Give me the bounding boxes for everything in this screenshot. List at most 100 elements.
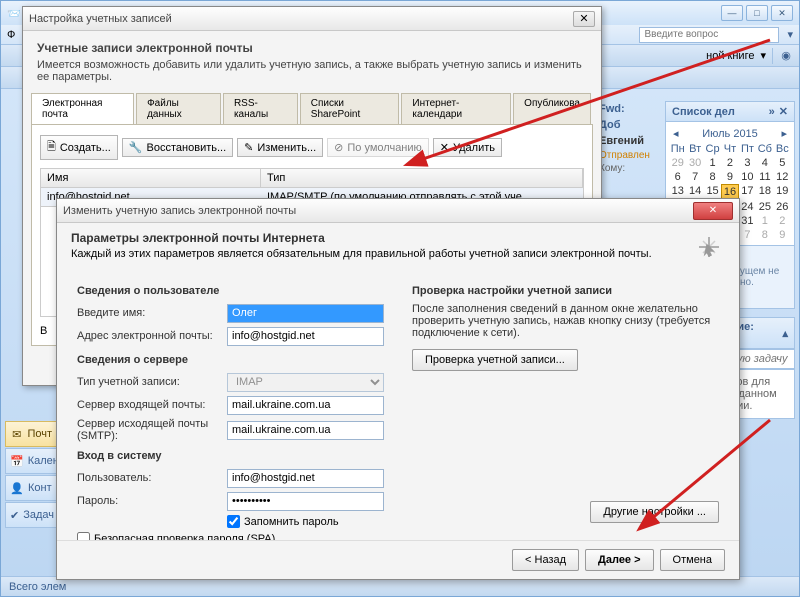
dlg2-description: Параметры электронной почты Интернета Ка… xyxy=(57,223,739,271)
toolbar-dropdown-icon[interactable]: ▾ xyxy=(760,49,766,62)
restore-button[interactable]: 🔧Восстановить... xyxy=(122,138,233,157)
contacts-icon: 👤 xyxy=(10,481,24,495)
cal-day[interactable]: 10 xyxy=(739,170,756,184)
cal-day[interactable]: 19 xyxy=(774,184,791,200)
todo-close-icon[interactable]: ✕ xyxy=(779,105,788,118)
input-email[interactable] xyxy=(227,327,384,346)
input-user[interactable] xyxy=(227,469,384,488)
input-name[interactable] xyxy=(227,304,384,323)
cal-day[interactable]: 9 xyxy=(774,228,791,242)
dlg2-form: Сведения о пользователе Введите имя: Адр… xyxy=(57,271,739,555)
help-search[interactable] xyxy=(639,27,779,43)
cal-day[interactable]: 26 xyxy=(774,200,791,214)
cal-day[interactable]: 30 xyxy=(686,156,703,170)
dlg1-description: Учетные записи электронной почты Имеется… xyxy=(23,31,601,93)
col-type[interactable]: Тип xyxy=(261,169,583,187)
chk-remember[interactable] xyxy=(227,515,240,528)
nav-contacts[interactable]: 👤Конт xyxy=(5,475,57,501)
cal-day[interactable]: 6 xyxy=(669,170,686,184)
default-button[interactable]: ⊘По умолчанию xyxy=(327,138,429,157)
cal-day[interactable]: 11 xyxy=(756,170,773,184)
account-list-header: Имя Тип xyxy=(40,168,584,188)
cal-day[interactable]: 8 xyxy=(756,228,773,242)
test-desc: После заполнения сведений в данном окне … xyxy=(412,303,719,339)
menu-file[interactable]: Ф xyxy=(7,29,15,41)
back-button[interactable]: < Назад xyxy=(512,549,579,571)
new-icon: 🗎 xyxy=(47,138,56,157)
input-pass[interactable] xyxy=(227,492,384,511)
cal-day[interactable]: 31 xyxy=(739,214,756,228)
cal-day[interactable]: 9 xyxy=(721,170,738,184)
tab-sharepoint[interactable]: Списки SharePoint xyxy=(300,93,400,124)
test-account-button[interactable]: Проверка учетной записи... xyxy=(412,349,578,371)
cal-day[interactable]: 4 xyxy=(756,156,773,170)
cal-day[interactable]: 1 xyxy=(704,156,721,170)
msg-subject-2: Доб xyxy=(599,117,659,133)
cal-day[interactable]: 8 xyxy=(704,170,721,184)
cal-day[interactable]: 25 xyxy=(756,200,773,214)
tasks-icon: ✔ xyxy=(10,508,19,522)
select-acct-type: IMAP xyxy=(227,373,384,392)
section-login: Вход в систему xyxy=(77,450,384,462)
msg-sender: Евгений xyxy=(599,133,659,149)
nav-tasks[interactable]: ✔Задач xyxy=(5,502,57,528)
tab-published[interactable]: Опубликова xyxy=(513,93,591,124)
msg-subject-1: Fwd: xyxy=(599,101,659,117)
close-button[interactable]: ✕ xyxy=(771,5,793,21)
dlg1-heading: Учетные записи электронной почты xyxy=(37,41,587,55)
cal-day[interactable]: 17 xyxy=(739,184,756,200)
dlg1-subtext: Имеется возможность добавить или удалить… xyxy=(37,59,587,83)
create-button[interactable]: 🗎Создать... xyxy=(40,135,118,160)
maximize-button[interactable]: □ xyxy=(746,5,768,21)
cancel-button[interactable]: Отмена xyxy=(660,549,725,571)
cal-prev-icon[interactable]: ◂ xyxy=(669,127,683,140)
dlg2-subtext: Каждый из этих параметров является обяза… xyxy=(71,248,693,260)
cal-day[interactable]: 18 xyxy=(756,184,773,200)
tab-rss[interactable]: RSS-каналы xyxy=(223,93,298,124)
dlg2-titlebar: Изменить учетную запись электронной почт… xyxy=(57,199,739,223)
dlg2-buttons: < Назад Далее > Отмена xyxy=(57,540,739,579)
cal-day[interactable]: 7 xyxy=(739,228,756,242)
cal-day[interactable]: 3 xyxy=(739,156,756,170)
cal-day[interactable]: 12 xyxy=(774,170,791,184)
dropdown-arrow-icon[interactable]: ▾ xyxy=(787,28,793,41)
section-user: Сведения о пользователе xyxy=(77,285,384,297)
col-name[interactable]: Имя xyxy=(41,169,261,187)
cal-day[interactable]: 24 xyxy=(739,200,756,214)
cal-day[interactable]: 5 xyxy=(774,156,791,170)
cal-day[interactable]: 29 xyxy=(669,156,686,170)
dlg2-close-button[interactable]: ✕ xyxy=(693,202,733,220)
cal-day[interactable]: 2 xyxy=(774,214,791,228)
cal-day[interactable]: 2 xyxy=(721,156,738,170)
nav-mail[interactable]: ✉Почт xyxy=(5,421,57,447)
message-preview: Fwd: Доб Евгений Отправлен Кому: xyxy=(599,101,659,175)
cal-day[interactable]: 7 xyxy=(686,170,703,184)
dlg2-title: Изменить учетную запись электронной почт… xyxy=(63,205,693,217)
delete-button[interactable]: ✕Удалить xyxy=(433,138,502,157)
cal-next-icon[interactable]: ▸ xyxy=(777,127,791,140)
more-settings-button[interactable]: Другие настройки ... xyxy=(590,501,719,523)
dlg1-titlebar: Настройка учетных записей ✕ xyxy=(23,7,601,31)
dlg1-close-button[interactable]: ✕ xyxy=(573,11,595,27)
minimize-button[interactable]: — xyxy=(721,5,743,21)
todo-expand-icon[interactable]: » xyxy=(769,106,775,118)
cal-month: Июль 2015 xyxy=(702,128,758,140)
tab-email[interactable]: Электронная почта xyxy=(31,93,134,124)
restore-icon: 🔧 xyxy=(129,141,143,154)
nav-calendar[interactable]: 📅Кален xyxy=(5,448,57,474)
help-icon[interactable]: ◉ xyxy=(779,49,793,63)
lbl-email: Адрес электронной почты: xyxy=(77,330,227,342)
lbl-user: Пользователь: xyxy=(77,472,227,484)
next-button[interactable]: Далее > xyxy=(585,549,654,571)
lbl-outgoing: Сервер исходящей почты (SMTP): xyxy=(77,418,227,442)
help-search-input[interactable] xyxy=(644,29,774,40)
cal-day[interactable]: 1 xyxy=(756,214,773,228)
check-icon: ⊘ xyxy=(334,141,343,154)
input-outgoing[interactable] xyxy=(227,421,384,440)
lbl-acct-type: Тип учетной записи: xyxy=(77,376,227,388)
msg-to-label: Кому: xyxy=(599,162,659,175)
tab-calendars[interactable]: Интернет-календари xyxy=(401,93,511,124)
edit-button[interactable]: ✎Изменить... xyxy=(237,138,323,157)
tab-data-files[interactable]: Файлы данных xyxy=(136,93,221,124)
input-incoming[interactable] xyxy=(227,396,384,415)
